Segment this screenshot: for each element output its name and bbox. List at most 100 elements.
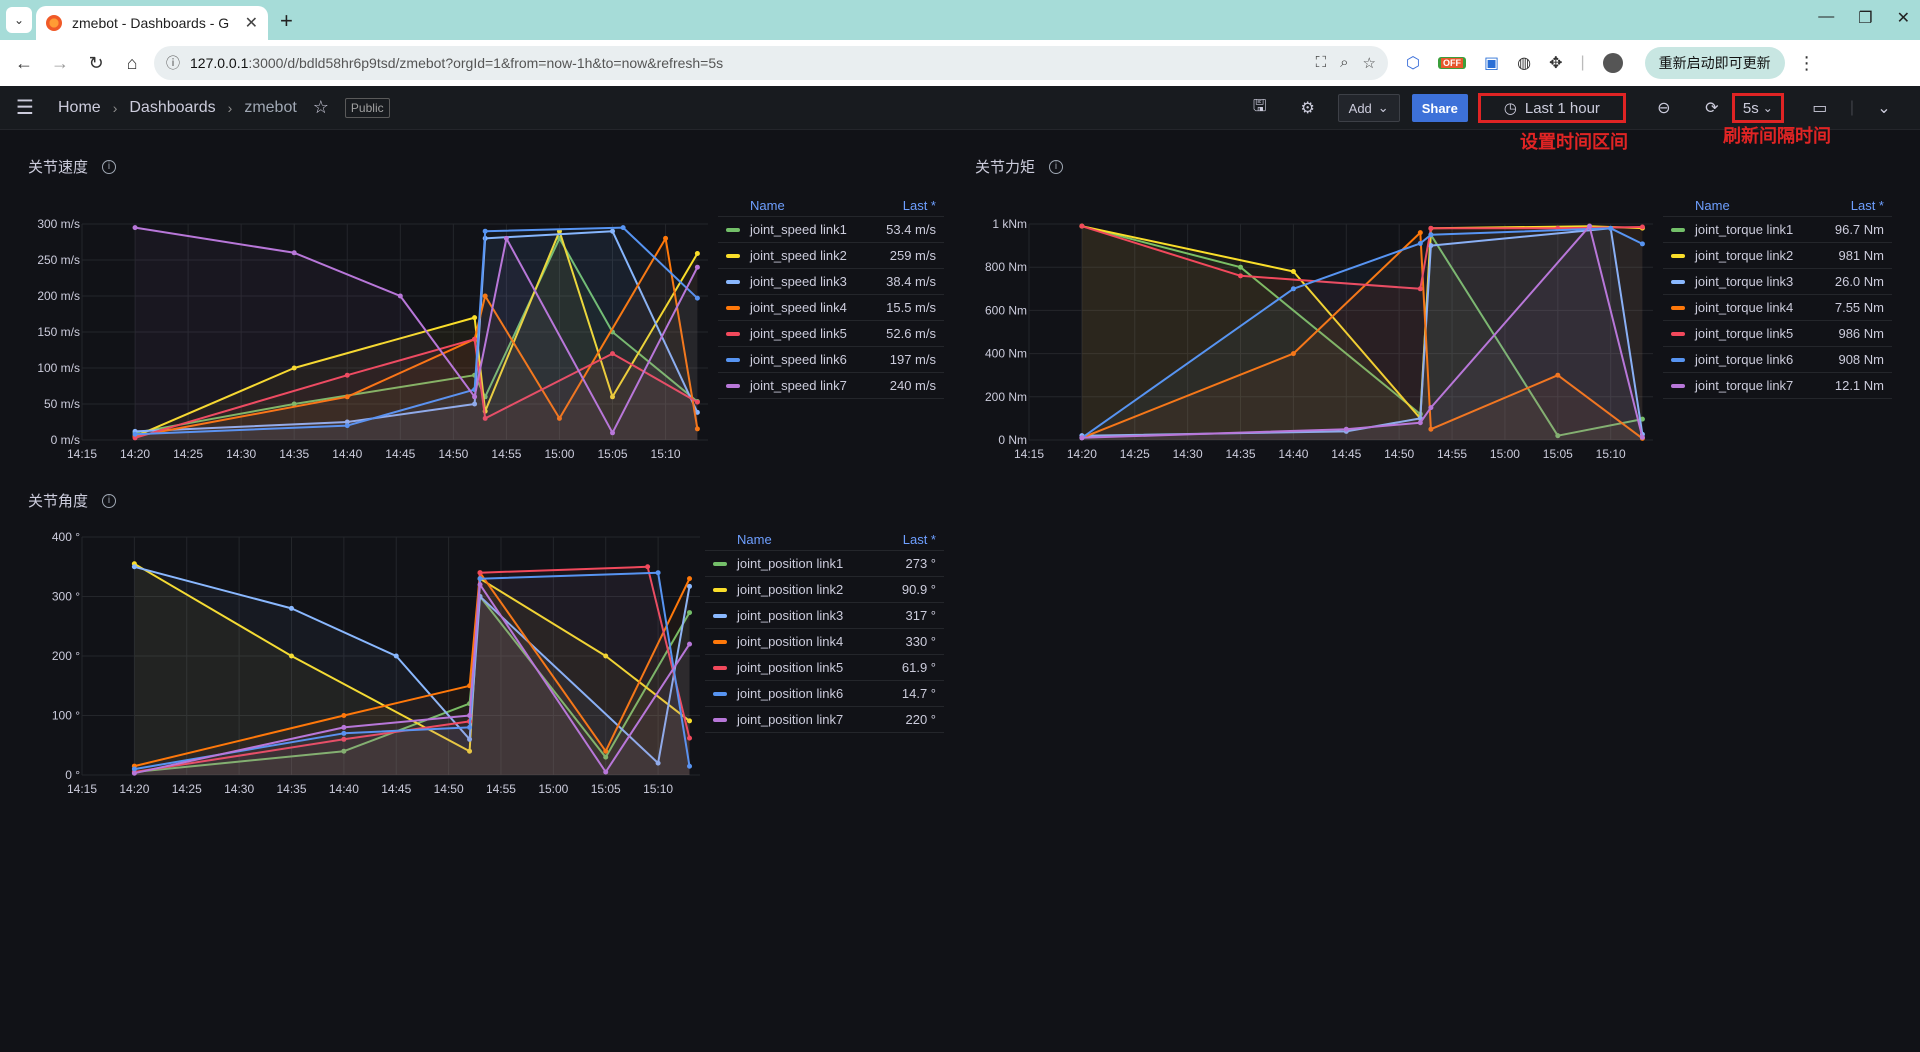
legend-series-name: joint_torque link5 [1695,326,1794,341]
x-tick-label: 14:55 [486,782,516,796]
chevron-right-icon: › [112,99,118,116]
extension-cube-icon[interactable]: ⬡ [1406,53,1420,73]
legend-series-name: joint_position link7 [737,712,844,727]
legend-name-header[interactable]: Name [1695,198,1730,213]
minimize-icon[interactable]: — [1818,8,1834,28]
legend-row[interactable]: joint_position link4 330 ° [705,629,944,655]
zoom-out-icon[interactable]: ⊖ [1648,92,1680,124]
y-tick-label: 50 m/s [44,397,80,411]
refresh-icon[interactable]: ⟳ [1696,92,1728,124]
legend-last-value: 26.0 Nm [1834,274,1884,289]
site-info-icon[interactable]: ⓘ [166,53,180,73]
legend-row[interactable]: joint_speed link5 52.6 m/s [718,321,944,347]
legend-last-value: 908 Nm [1838,352,1884,367]
add-button[interactable]: Add ⌄ [1337,94,1400,122]
info-icon[interactable]: i [102,493,117,508]
legend-row[interactable]: joint_position link3 317 ° [705,603,944,629]
update-button[interactable]: 重新启动即可更新 [1644,47,1785,79]
legend-row[interactable]: joint_position link5 61.9 ° [705,655,944,681]
forward-icon[interactable]: → [46,49,74,77]
chevron-right-icon: › [227,99,233,116]
info-icon[interactable]: i [102,159,117,174]
data-point [477,570,483,576]
share-button[interactable]: Share [1411,94,1468,122]
data-point [1428,225,1434,231]
legend-name-header[interactable]: Name [737,532,772,547]
x-tick-label: 15:10 [651,447,681,461]
translate-icon[interactable]: ⛶ [1316,54,1327,72]
legend-swatch [726,331,740,336]
save-dashboard-icon[interactable]: 🖫 [1244,92,1276,124]
tv-mode-icon[interactable]: ▭ [1804,92,1836,124]
data-point [610,430,616,436]
x-tick-label: 15:00 [538,782,568,796]
extensions-puzzle-icon[interactable]: ✥ [1549,53,1562,73]
profile-avatar[interactable] [1602,53,1623,73]
tab-close-icon[interactable]: ✕ [245,13,258,33]
favorite-star-icon[interactable]: ☆ [313,97,329,118]
panel-title-position: 关节角度 i [28,490,117,511]
legend-series-name: joint_speed link1 [750,222,847,237]
legend-row[interactable]: joint_speed link6 197 m/s [718,347,944,373]
data-point [472,336,478,342]
legend-row[interactable]: joint_torque link6 908 Nm [1663,347,1892,373]
legend-last-header[interactable]: Last * [903,532,936,547]
x-tick-label: 14:55 [1437,447,1467,461]
legend-row[interactable]: joint_position link1 273 ° [705,551,944,577]
public-badge: Public [344,97,390,118]
speed-chart[interactable]: 0 m/s 50 m/s 100 m/s 150 m/s 200 m/s 250 m/s 3… [0,190,720,470]
speed-legend: Name Last * joint_speed link1 53.4 m/s joint… [718,195,944,399]
legend-last-header[interactable]: Last * [1851,198,1884,213]
reload-icon[interactable]: ↻ [82,49,110,77]
legend-last-value: 7.55 Nm [1834,300,1884,315]
legend-row[interactable]: joint_torque link7 12.1 Nm [1663,373,1892,399]
new-tab-icon[interactable]: + [280,8,293,34]
legend-row[interactable]: joint_torque link2 981 Nm [1663,243,1892,269]
zoom-icon[interactable]: ⌕ [1340,54,1348,72]
legend-name-header[interactable]: Name [750,198,785,213]
address-bar[interactable]: ⓘ 127.0.0.1:3000/d/bdld58hr6p9tsd/zmebot… [154,46,1388,80]
legend-last-value: 96.7 Nm [1834,222,1884,237]
legend-swatch [1671,383,1685,388]
legend-row[interactable]: joint_torque link5 986 Nm [1663,321,1892,347]
restore-icon[interactable]: ❐ [1858,8,1872,28]
data-point [482,228,488,234]
refresh-interval-picker[interactable]: 5s ⌄ [1731,93,1784,123]
position-chart[interactable]: 0 ° 100 ° 200 ° 300 ° 400 ° 14:15 14:20 14:25 14… [0,525,705,805]
torque-chart[interactable]: 0 Nm 200 Nm 400 Nm 600 Nm 800 Nm 1 kNm 14:15 14… [947,190,1667,470]
extension-shield-icon[interactable]: ◍ [1517,53,1531,73]
legend-row[interactable]: joint_position link6 14.7 ° [705,681,944,707]
browser-menu-icon[interactable]: ⋮ [1793,49,1821,77]
breadcrumb-dashboards[interactable]: Dashboards [129,99,215,117]
legend-row[interactable]: joint_speed link3 38.4 m/s [718,269,944,295]
legend-row[interactable]: joint_torque link4 7.55 Nm [1663,295,1892,321]
data-point [1290,286,1296,292]
legend-row[interactable]: joint_position link7 220 ° [705,707,944,733]
legend-row[interactable]: joint_position link2 90.9 ° [705,577,944,603]
legend-row[interactable]: joint_speed link4 15.5 m/s [718,295,944,321]
extension-window-icon[interactable]: ▣ [1484,53,1499,73]
data-point [645,564,651,570]
info-icon[interactable]: i [1049,159,1064,174]
bookmark-star-icon[interactable]: ☆ [1363,54,1376,72]
window-close-icon[interactable]: ✕ [1897,8,1910,28]
legend-row[interactable]: joint_torque link3 26.0 Nm [1663,269,1892,295]
legend-row[interactable]: joint_speed link1 53.4 m/s [718,217,944,243]
home-icon[interactable]: ⌂ [118,49,146,77]
extension-off-badge[interactable]: OFF [1437,57,1466,69]
collapse-chevron-icon[interactable]: ⌄ [1868,92,1900,124]
legend-swatch [1671,305,1685,310]
x-tick-label: 14:20 [119,782,149,796]
browser-tab[interactable]: zmebot - Dashboards - G ✕ [36,6,268,40]
back-icon[interactable]: ← [10,49,38,77]
legend-row[interactable]: joint_torque link1 96.7 Nm [1663,217,1892,243]
menu-icon[interactable]: ☰ [16,95,38,120]
legend-row[interactable]: joint_speed link7 240 m/s [718,373,944,399]
legend-last-value: 240 m/s [889,378,936,393]
tab-search-icon[interactable]: ⌄ [6,7,32,33]
settings-gear-icon[interactable]: ⚙ [1292,92,1324,124]
time-range-picker[interactable]: ◷ Last 1 hour [1477,93,1626,123]
legend-last-header[interactable]: Last * [903,198,936,213]
breadcrumb-home[interactable]: Home [58,99,101,117]
legend-row[interactable]: joint_speed link2 259 m/s [718,243,944,269]
